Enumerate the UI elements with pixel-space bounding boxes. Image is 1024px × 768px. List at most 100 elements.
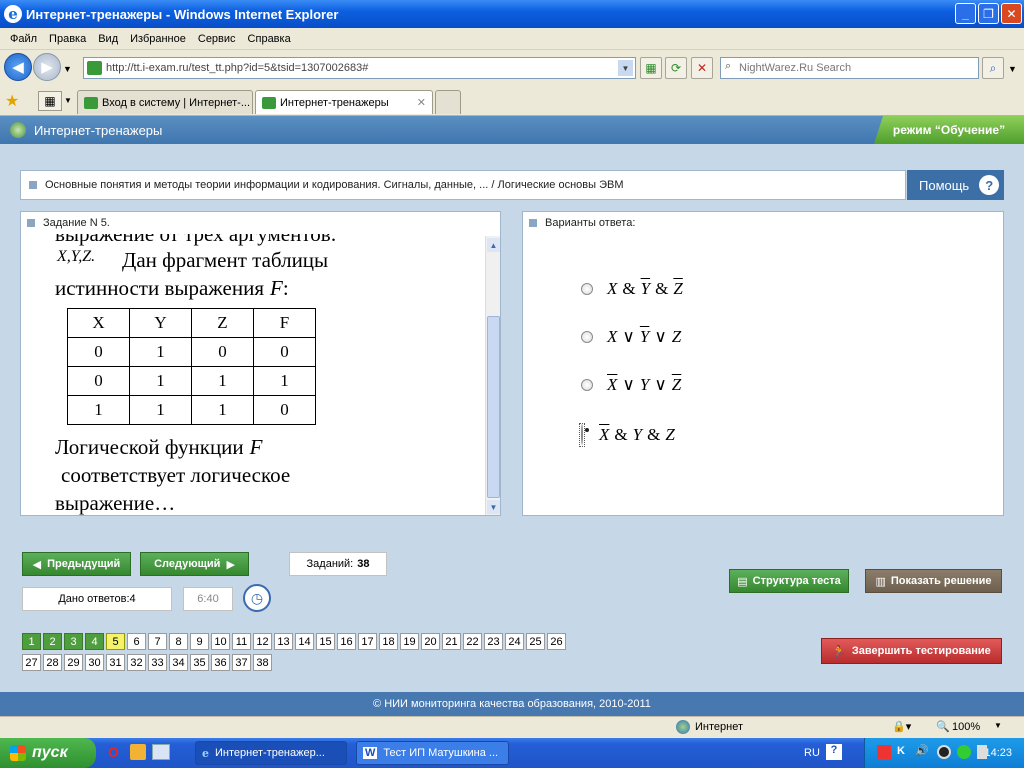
task-page-35[interactable]: 35 [190, 654, 209, 671]
address-bar[interactable]: http://tt.i-exam.ru/test_tt.php?id=5&tsi… [83, 57, 636, 79]
task-page-26[interactable]: 26 [547, 633, 566, 650]
task-page-21[interactable]: 21 [442, 633, 461, 650]
task-page-11[interactable]: 11 [232, 633, 251, 650]
tab-trainers[interactable]: Интернет-тренажеры ✕ [255, 90, 433, 114]
task-page-23[interactable]: 23 [484, 633, 503, 650]
task-page-29[interactable]: 29 [64, 654, 83, 671]
help-button[interactable]: Помощь ? [907, 170, 1004, 200]
task-page-14[interactable]: 14 [295, 633, 314, 650]
answer-radio[interactable] [581, 331, 593, 343]
task-page-4[interactable]: 4 [85, 633, 104, 650]
task-page-7[interactable]: 7 [148, 633, 167, 650]
start-button[interactable]: пуск [0, 738, 96, 768]
task-page-12[interactable]: 12 [253, 633, 272, 650]
search-input[interactable]: ⌕ NightWarez.Ru Search [720, 57, 979, 79]
search-icon[interactable]: ⌕ [982, 57, 1004, 79]
answer-option-3[interactable]: X ∨ Y ∨ Z [581, 375, 681, 395]
task-page-27[interactable]: 27 [22, 654, 41, 671]
zoom-dropdown-icon[interactable]: ▼ [994, 721, 1002, 730]
back-button[interactable]: ◀ [4, 53, 32, 81]
help-tray-icon[interactable]: ? [826, 744, 842, 760]
task-page-5[interactable]: 5 [106, 633, 125, 650]
task-page-36[interactable]: 36 [211, 654, 230, 671]
task-page-17[interactable]: 17 [358, 633, 377, 650]
answer-radio[interactable] [581, 283, 593, 295]
tray-update-icon[interactable] [957, 745, 971, 759]
task-page-16[interactable]: 16 [337, 633, 356, 650]
task-page-6[interactable]: 6 [127, 633, 146, 650]
stop-icon[interactable]: ✕ [691, 57, 713, 79]
answer-radio[interactable] [581, 379, 593, 391]
answer-option-1[interactable]: X & Y & Z [581, 279, 683, 299]
scroll-down-icon[interactable]: ▼ [487, 500, 500, 514]
task-page-34[interactable]: 34 [169, 654, 188, 671]
favorites-star-icon[interactable]: ★ [5, 91, 19, 111]
next-button[interactable]: Следующий ▶ [140, 552, 249, 576]
new-tab-button[interactable] [435, 90, 461, 114]
test-structure-button[interactable]: ▤ Структура теста [729, 569, 849, 593]
task-page-37[interactable]: 37 [232, 654, 251, 671]
address-dropdown-icon[interactable]: ▼ [618, 60, 633, 76]
task-page-25[interactable]: 25 [526, 633, 545, 650]
menu-file[interactable]: Файл [10, 33, 37, 45]
answer-option-4[interactable]: X & Y & Z [579, 423, 675, 447]
scroll-thumb[interactable] [487, 316, 500, 498]
task-page-19[interactable]: 19 [400, 633, 419, 650]
tab-login[interactable]: Вход в систему | Интернет-... [77, 90, 253, 114]
prev-button[interactable]: ◀ Предыдущий [22, 552, 131, 576]
language-indicator[interactable]: RU [804, 747, 820, 759]
kaspersky-icon[interactable]: K [897, 745, 905, 757]
zoom-level[interactable]: 100% [952, 721, 980, 733]
task-page-32[interactable]: 32 [127, 654, 146, 671]
menu-tools[interactable]: Сервис [198, 33, 236, 45]
task-page-13[interactable]: 13 [274, 633, 293, 650]
opera-icon[interactable]: O [108, 744, 119, 760]
tab-close-icon[interactable]: ✕ [417, 96, 426, 109]
answer-radio-selected[interactable] [581, 424, 583, 445]
minimize-button[interactable]: _ [955, 3, 976, 24]
task-page-3[interactable]: 3 [64, 633, 83, 650]
task-page-2[interactable]: 2 [43, 633, 62, 650]
task-page-15[interactable]: 15 [316, 633, 335, 650]
compat-view-icon[interactable]: ▦ [640, 57, 662, 79]
tray-device-icon[interactable] [977, 745, 987, 759]
maximize-button[interactable]: ❐ [978, 3, 999, 24]
protected-mode-icon[interactable]: 🔒▾ [892, 720, 911, 733]
tab-list-dropdown-icon[interactable]: ▼ [64, 96, 72, 105]
close-button[interactable]: ✕ [1001, 3, 1022, 24]
show-solution-button[interactable]: ▥ Показать решение [865, 569, 1002, 593]
answer-option-2[interactable]: X ∨ Y ∨ Z [581, 327, 681, 347]
menu-favorites[interactable]: Избранное [130, 33, 186, 45]
task-page-28[interactable]: 28 [43, 654, 62, 671]
task-page-31[interactable]: 31 [106, 654, 125, 671]
forward-button[interactable]: ▶ [33, 53, 61, 81]
finish-test-button[interactable]: 🏃 Завершить тестирование [821, 638, 1002, 664]
history-dropdown-icon[interactable]: ▼ [63, 64, 72, 74]
tray-media-icon[interactable] [937, 745, 951, 759]
task-page-8[interactable]: 8 [169, 633, 188, 650]
taskbar-item-ie[interactable]: e Интернет-тренажер... [195, 741, 347, 765]
volume-icon[interactable]: 🔊 [915, 744, 929, 757]
task-page-24[interactable]: 24 [505, 633, 524, 650]
quicklaunch-app-icon[interactable] [130, 744, 146, 760]
menu-edit[interactable]: Правка [49, 33, 86, 45]
question-scrollbar[interactable]: ▲ ▼ [485, 236, 500, 515]
tray-app-icon[interactable] [877, 745, 891, 759]
task-page-30[interactable]: 30 [85, 654, 104, 671]
taskbar-item-word[interactable]: W Тест ИП Матушкина ... [356, 741, 509, 765]
refresh-icon[interactable]: ⟳ [665, 57, 687, 79]
search-options-icon[interactable]: ▼ [1008, 64, 1017, 74]
task-page-38[interactable]: 38 [253, 654, 272, 671]
task-page-9[interactable]: 9 [190, 633, 209, 650]
menu-view[interactable]: Вид [98, 33, 118, 45]
menu-help[interactable]: Справка [248, 33, 291, 45]
task-page-22[interactable]: 22 [463, 633, 482, 650]
task-page-10[interactable]: 10 [211, 633, 230, 650]
scroll-up-icon[interactable]: ▲ [487, 238, 500, 252]
show-desktop-icon[interactable] [152, 744, 170, 760]
quick-tabs-icon[interactable]: ▦ [38, 91, 62, 111]
task-page-33[interactable]: 33 [148, 654, 167, 671]
task-page-1[interactable]: 1 [22, 633, 41, 650]
task-page-18[interactable]: 18 [379, 633, 398, 650]
task-page-20[interactable]: 20 [421, 633, 440, 650]
